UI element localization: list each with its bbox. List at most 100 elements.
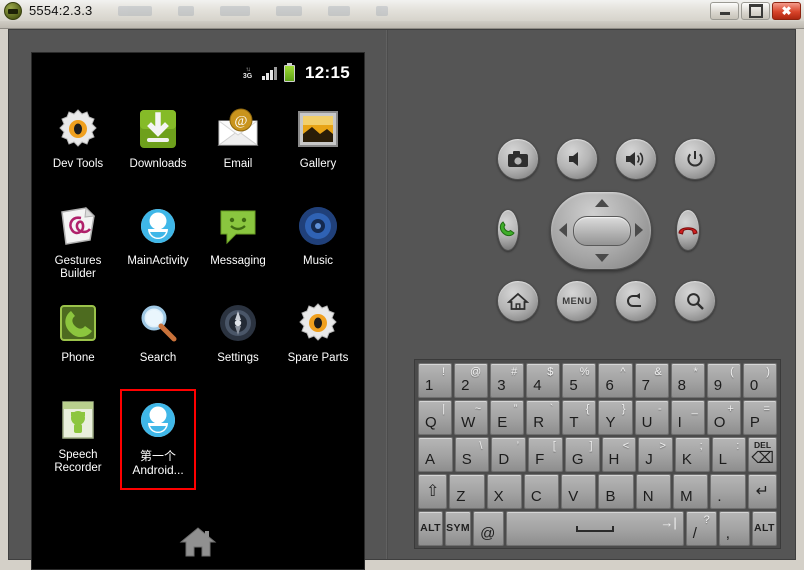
app-icon-settings-icon[interactable]: Settings xyxy=(198,293,278,390)
app-icon-phone-icon[interactable]: Phone xyxy=(38,293,118,390)
key-space[interactable]: , xyxy=(718,511,750,546)
dpad-right[interactable] xyxy=(635,223,643,237)
home-icon[interactable] xyxy=(178,525,218,559)
key-q[interactable]: Q | xyxy=(418,400,453,435)
app-icon-email-icon[interactable]: @ Email xyxy=(198,99,278,196)
search-button[interactable] xyxy=(674,280,716,322)
key-e[interactable]: E” xyxy=(490,400,525,435)
key-label: V xyxy=(568,488,579,505)
control-row-nav: MENU xyxy=(497,280,716,322)
app-icon-search-icon[interactable]: Search xyxy=(118,293,198,390)
volume-up-button[interactable] xyxy=(615,138,657,180)
key-o[interactable]: O + xyxy=(706,400,741,435)
app-icon-first-android-app-icon[interactable]: 第一个Android... xyxy=(118,389,198,490)
key-y[interactable]: Y} xyxy=(598,400,633,435)
key-space[interactable]: →| xyxy=(506,511,684,546)
key-label: O xyxy=(713,414,726,431)
key-g[interactable]: G] xyxy=(564,437,600,472)
key-l[interactable]: L: xyxy=(711,437,747,472)
minimize-button[interactable] xyxy=(710,1,739,20)
key-k[interactable]: K; xyxy=(674,437,710,472)
key-alt-label: = xyxy=(763,403,770,415)
key-alt-label: ) xyxy=(766,366,770,378)
key-j[interactable]: J > xyxy=(638,437,673,472)
app-icon-music-icon[interactable]: Music xyxy=(278,196,358,293)
key-c[interactable]: C xyxy=(523,474,560,509)
key-h[interactable]: H < xyxy=(601,437,637,472)
end-call-button[interactable] xyxy=(676,209,700,251)
key-space[interactable]: /? xyxy=(685,511,717,546)
call-button[interactable] xyxy=(497,209,519,251)
dpad[interactable] xyxy=(550,191,652,270)
key-sym[interactable]: SYM xyxy=(445,511,472,546)
key-space[interactable]: ⇧ xyxy=(418,474,448,509)
key-6[interactable]: 6 ^ xyxy=(598,363,633,398)
key-label: P xyxy=(749,414,760,431)
key-alt[interactable]: ALT xyxy=(751,511,777,546)
key-i[interactable]: I _ xyxy=(670,400,705,435)
main-activity-icon xyxy=(134,202,182,250)
key-del[interactable]: DEL ⌫ xyxy=(748,437,778,472)
key-s[interactable]: S \ xyxy=(454,437,490,472)
close-button[interactable]: ✖ xyxy=(772,1,801,20)
key-r[interactable]: R ` xyxy=(526,400,561,435)
camera-button[interactable] xyxy=(497,138,539,180)
app-grid: Dev Tools Downloads @ Email Gallery Gestures … xyxy=(32,93,364,490)
key-0[interactable]: 0) xyxy=(742,363,777,398)
key-2[interactable]: 2 @ xyxy=(454,363,489,398)
key-m[interactable]: M xyxy=(673,474,709,509)
key-u[interactable]: U- xyxy=(634,400,669,435)
volume-down-button[interactable] xyxy=(556,138,598,180)
key-8[interactable]: 8 * xyxy=(670,363,705,398)
key-label: T xyxy=(569,414,579,431)
key-f[interactable]: F[ xyxy=(528,437,563,472)
menu-button[interactable]: MENU xyxy=(556,280,598,322)
key-space[interactable]: . xyxy=(710,474,746,509)
key-7[interactable]: 7 & xyxy=(634,363,669,398)
key-alt-label: | xyxy=(442,403,446,415)
key-t[interactable]: T{ xyxy=(562,400,597,435)
power-button[interactable] xyxy=(674,138,716,180)
shift-icon: ⇧ xyxy=(425,482,440,500)
key-p[interactable]: P = xyxy=(742,400,777,435)
dpad-up[interactable] xyxy=(595,199,609,207)
key-z[interactable]: Z xyxy=(449,474,485,509)
key-space[interactable]: @ xyxy=(473,511,505,546)
app-icon-gestures-builder-icon[interactable]: Gestures Builder xyxy=(38,196,118,293)
key-label: R xyxy=(533,414,545,431)
app-icon-spare-parts-icon[interactable]: Spare Parts xyxy=(278,293,358,390)
app-icon-dev-tools-icon[interactable]: Dev Tools xyxy=(38,99,118,196)
key-label: S xyxy=(461,451,472,468)
key-alt[interactable]: ALT xyxy=(418,511,444,546)
key-w[interactable]: W ~ xyxy=(454,400,489,435)
app-icon-main-activity-icon[interactable]: MainActivity xyxy=(118,196,198,293)
home-button[interactable] xyxy=(497,280,539,322)
dpad-center[interactable] xyxy=(573,216,631,246)
del-label: DEL xyxy=(754,440,772,450)
maximize-button[interactable] xyxy=(741,1,770,20)
app-icon-speech-recorder-icon[interactable]: Speech Recorder xyxy=(38,390,118,487)
key-a[interactable]: A xyxy=(418,437,453,472)
app-icon-downloads-icon[interactable]: Downloads xyxy=(118,99,198,196)
key-alt-label: $ xyxy=(547,366,554,378)
device-screen[interactable]: ↑↓ 3G 12:15 Dev Tools Downloads @ Email Gall… xyxy=(31,52,365,570)
key-v[interactable]: V xyxy=(561,474,597,509)
app-icon-gallery-icon[interactable]: Gallery xyxy=(278,99,358,196)
volume-up-icon xyxy=(626,152,644,166)
back-button[interactable] xyxy=(615,280,657,322)
key-alt-label: ! xyxy=(442,366,446,378)
key-x[interactable]: X xyxy=(486,474,522,509)
key-n[interactable]: N xyxy=(635,474,672,509)
key-4[interactable]: 4 $ xyxy=(526,363,561,398)
key-d[interactable]: D’ xyxy=(491,437,527,472)
app-icon-messaging-icon[interactable]: Messaging xyxy=(198,196,278,293)
key-5[interactable]: 5% xyxy=(562,363,597,398)
key-space[interactable]: ↵ xyxy=(747,474,777,509)
key-3[interactable]: 3 # xyxy=(490,363,525,398)
key-9[interactable]: 9( xyxy=(706,363,741,398)
dpad-left[interactable] xyxy=(559,223,567,237)
dpad-down[interactable] xyxy=(595,254,609,262)
key-1[interactable]: 1! xyxy=(418,363,453,398)
key-alt-label: < xyxy=(622,440,630,452)
key-b[interactable]: B xyxy=(598,474,634,509)
